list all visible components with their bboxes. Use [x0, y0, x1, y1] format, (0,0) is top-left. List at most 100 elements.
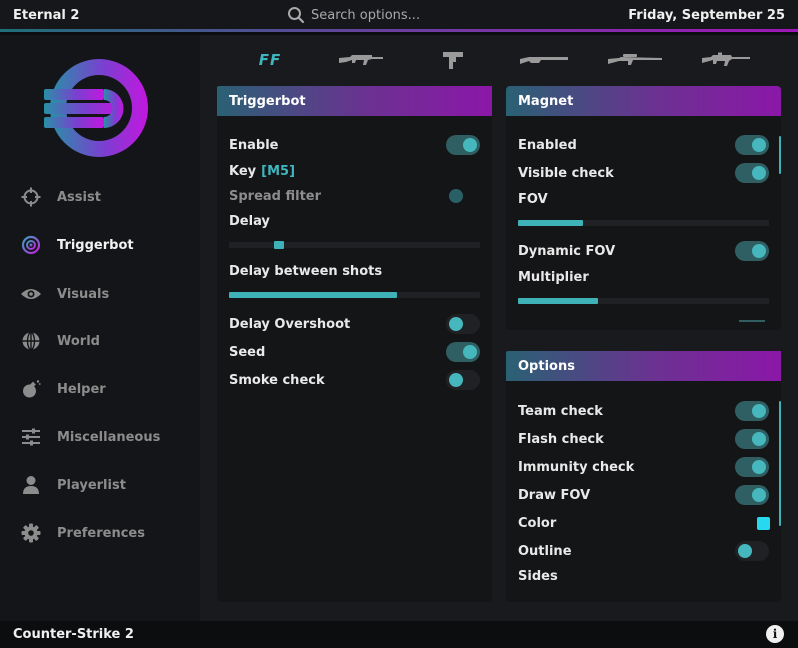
info-icon[interactable]: i: [766, 625, 784, 643]
triggerbot-header: Triggerbot: [217, 86, 492, 116]
immunity-check-row: Immunity check: [518, 457, 769, 477]
sidebar-item-playerlist[interactable]: Playerlist: [20, 473, 126, 497]
gear-icon: [20, 522, 42, 544]
date-label: Friday, September 25: [628, 8, 785, 23]
delay-between-shots-slider[interactable]: [229, 292, 480, 298]
lmg-icon: [702, 52, 750, 66]
enable-toggle[interactable]: [446, 135, 480, 155]
outline-label: Outline: [518, 543, 572, 559]
immunity-check-toggle[interactable]: [735, 457, 769, 477]
sides-label: Sides: [518, 568, 558, 584]
toggle-knob: [463, 345, 477, 359]
fov-label: FOV: [518, 191, 548, 207]
spread-filter-toggle[interactable]: [446, 186, 480, 206]
delay-slider[interactable]: [229, 241, 480, 249]
sidebar-item-preferences[interactable]: Preferences: [20, 521, 145, 545]
draw-fov-toggle[interactable]: [735, 485, 769, 505]
delay-label: Delay: [229, 213, 270, 229]
delay-overshoot-label: Delay Overshoot: [229, 316, 351, 332]
triggerbot-panel: Triggerbot Enable Key [M5] Spread filter…: [217, 86, 492, 602]
toggle-knob: [752, 244, 766, 258]
spread-filter-label: Spread filter: [229, 188, 322, 204]
magnet-scrollbar[interactable]: [779, 136, 781, 174]
tab-pistol[interactable]: [440, 49, 466, 71]
color-row: Color: [518, 513, 770, 533]
sidebar-item-assist[interactable]: Assist: [20, 185, 101, 209]
enable-row: Enable: [229, 135, 480, 155]
search-box[interactable]: [287, 6, 511, 24]
search-input[interactable]: [311, 7, 511, 23]
delay-row: Delay: [229, 211, 480, 231]
visible-check-row: Visible check: [518, 163, 769, 183]
top-gradient-divider: [0, 29, 798, 32]
enabled-label: Enabled: [518, 137, 577, 153]
footer: Counter-Strike 2 i: [0, 621, 798, 648]
sidebar-item-world[interactable]: World: [20, 329, 100, 353]
flash-check-toggle[interactable]: [735, 429, 769, 449]
toggle-knob: [738, 544, 752, 558]
target-icon: [20, 234, 42, 256]
app-title: Eternal 2: [13, 8, 80, 23]
enable-label: Enable: [229, 137, 279, 153]
key-label: Key: [229, 163, 257, 179]
sidebar-item-label: Visuals: [57, 286, 110, 302]
enabled-toggle[interactable]: [735, 135, 769, 155]
seed-toggle[interactable]: [446, 342, 480, 362]
slider-fill: [518, 220, 584, 226]
toggle-knob: [449, 189, 463, 203]
draw-fov-label: Draw FOV: [518, 487, 591, 503]
crosshair-icon: [20, 186, 42, 208]
sidebar-item-label: Assist: [57, 189, 101, 205]
outline-row: Outline: [518, 541, 769, 561]
tab-rifle[interactable]: [337, 49, 385, 71]
seed-row: Seed: [229, 342, 480, 362]
globe-icon: [20, 330, 42, 352]
delay-between-shots-row: Delay between shots: [229, 261, 480, 281]
sidebar-item-visuals[interactable]: Visuals: [20, 282, 109, 306]
dynamic-fov-row: Dynamic FOV: [518, 241, 769, 261]
visible-check-label: Visible check: [518, 165, 614, 181]
sidebar-item-label: Triggerbot: [57, 237, 134, 253]
color-swatch[interactable]: [757, 516, 770, 530]
magnet-panel: Magnet Enabled Visible check FOV Dynamic…: [506, 86, 781, 330]
sidebar-item-helper[interactable]: Helper: [20, 377, 106, 401]
team-check-label: Team check: [518, 403, 603, 419]
tab-ff[interactable]: FF: [250, 49, 290, 71]
flash-check-row: Flash check: [518, 429, 769, 449]
smoke-check-toggle[interactable]: [446, 370, 480, 390]
enabled-row: Enabled: [518, 135, 769, 155]
sliders-icon: [20, 426, 42, 448]
options-scrollbar[interactable]: [779, 401, 781, 526]
tab-shotgun[interactable]: [518, 49, 570, 71]
game-title: Counter-Strike 2: [13, 627, 134, 642]
delay-between-shots-label: Delay between shots: [229, 263, 383, 279]
smoke-check-row: Smoke check: [229, 370, 480, 390]
shotgun-icon: [520, 57, 568, 64]
top-bar: Eternal 2 Friday, September 25: [0, 0, 798, 32]
fov-slider[interactable]: [518, 220, 769, 226]
team-check-toggle[interactable]: [735, 401, 769, 421]
tab-sniper[interactable]: [606, 49, 664, 71]
toggle-knob: [463, 138, 477, 152]
dynamic-fov-toggle[interactable]: [735, 241, 769, 261]
outline-toggle[interactable]: [735, 541, 769, 561]
dynamic-fov-label: Dynamic FOV: [518, 243, 616, 259]
sidebar-item-triggerbot[interactable]: Triggerbot: [20, 233, 134, 257]
delay-overshoot-row: Delay Overshoot: [229, 314, 480, 334]
rifle-icon: [339, 55, 383, 65]
multiplier-slider[interactable]: [518, 298, 769, 304]
main-content: FF Triggerbot Enable Key [M5] Spread fil…: [200, 35, 798, 621]
visible-check-toggle[interactable]: [735, 163, 769, 183]
spread-filter-row: Spread filter: [229, 186, 480, 206]
sidebar-item-miscellaneous[interactable]: Miscellaneous: [20, 425, 160, 449]
seed-label: Seed: [229, 344, 266, 360]
key-bind-button[interactable]: [M5]: [261, 164, 295, 179]
eye-icon: [20, 283, 42, 305]
delay-overshoot-toggle[interactable]: [446, 314, 480, 334]
tab-lmg[interactable]: [700, 49, 752, 71]
toggle-knob: [449, 373, 463, 387]
sidebar-item-label: Playerlist: [57, 477, 126, 493]
toggle-knob: [752, 460, 766, 474]
grenade-icon: [20, 378, 42, 400]
ff-icon: FF: [258, 51, 282, 69]
